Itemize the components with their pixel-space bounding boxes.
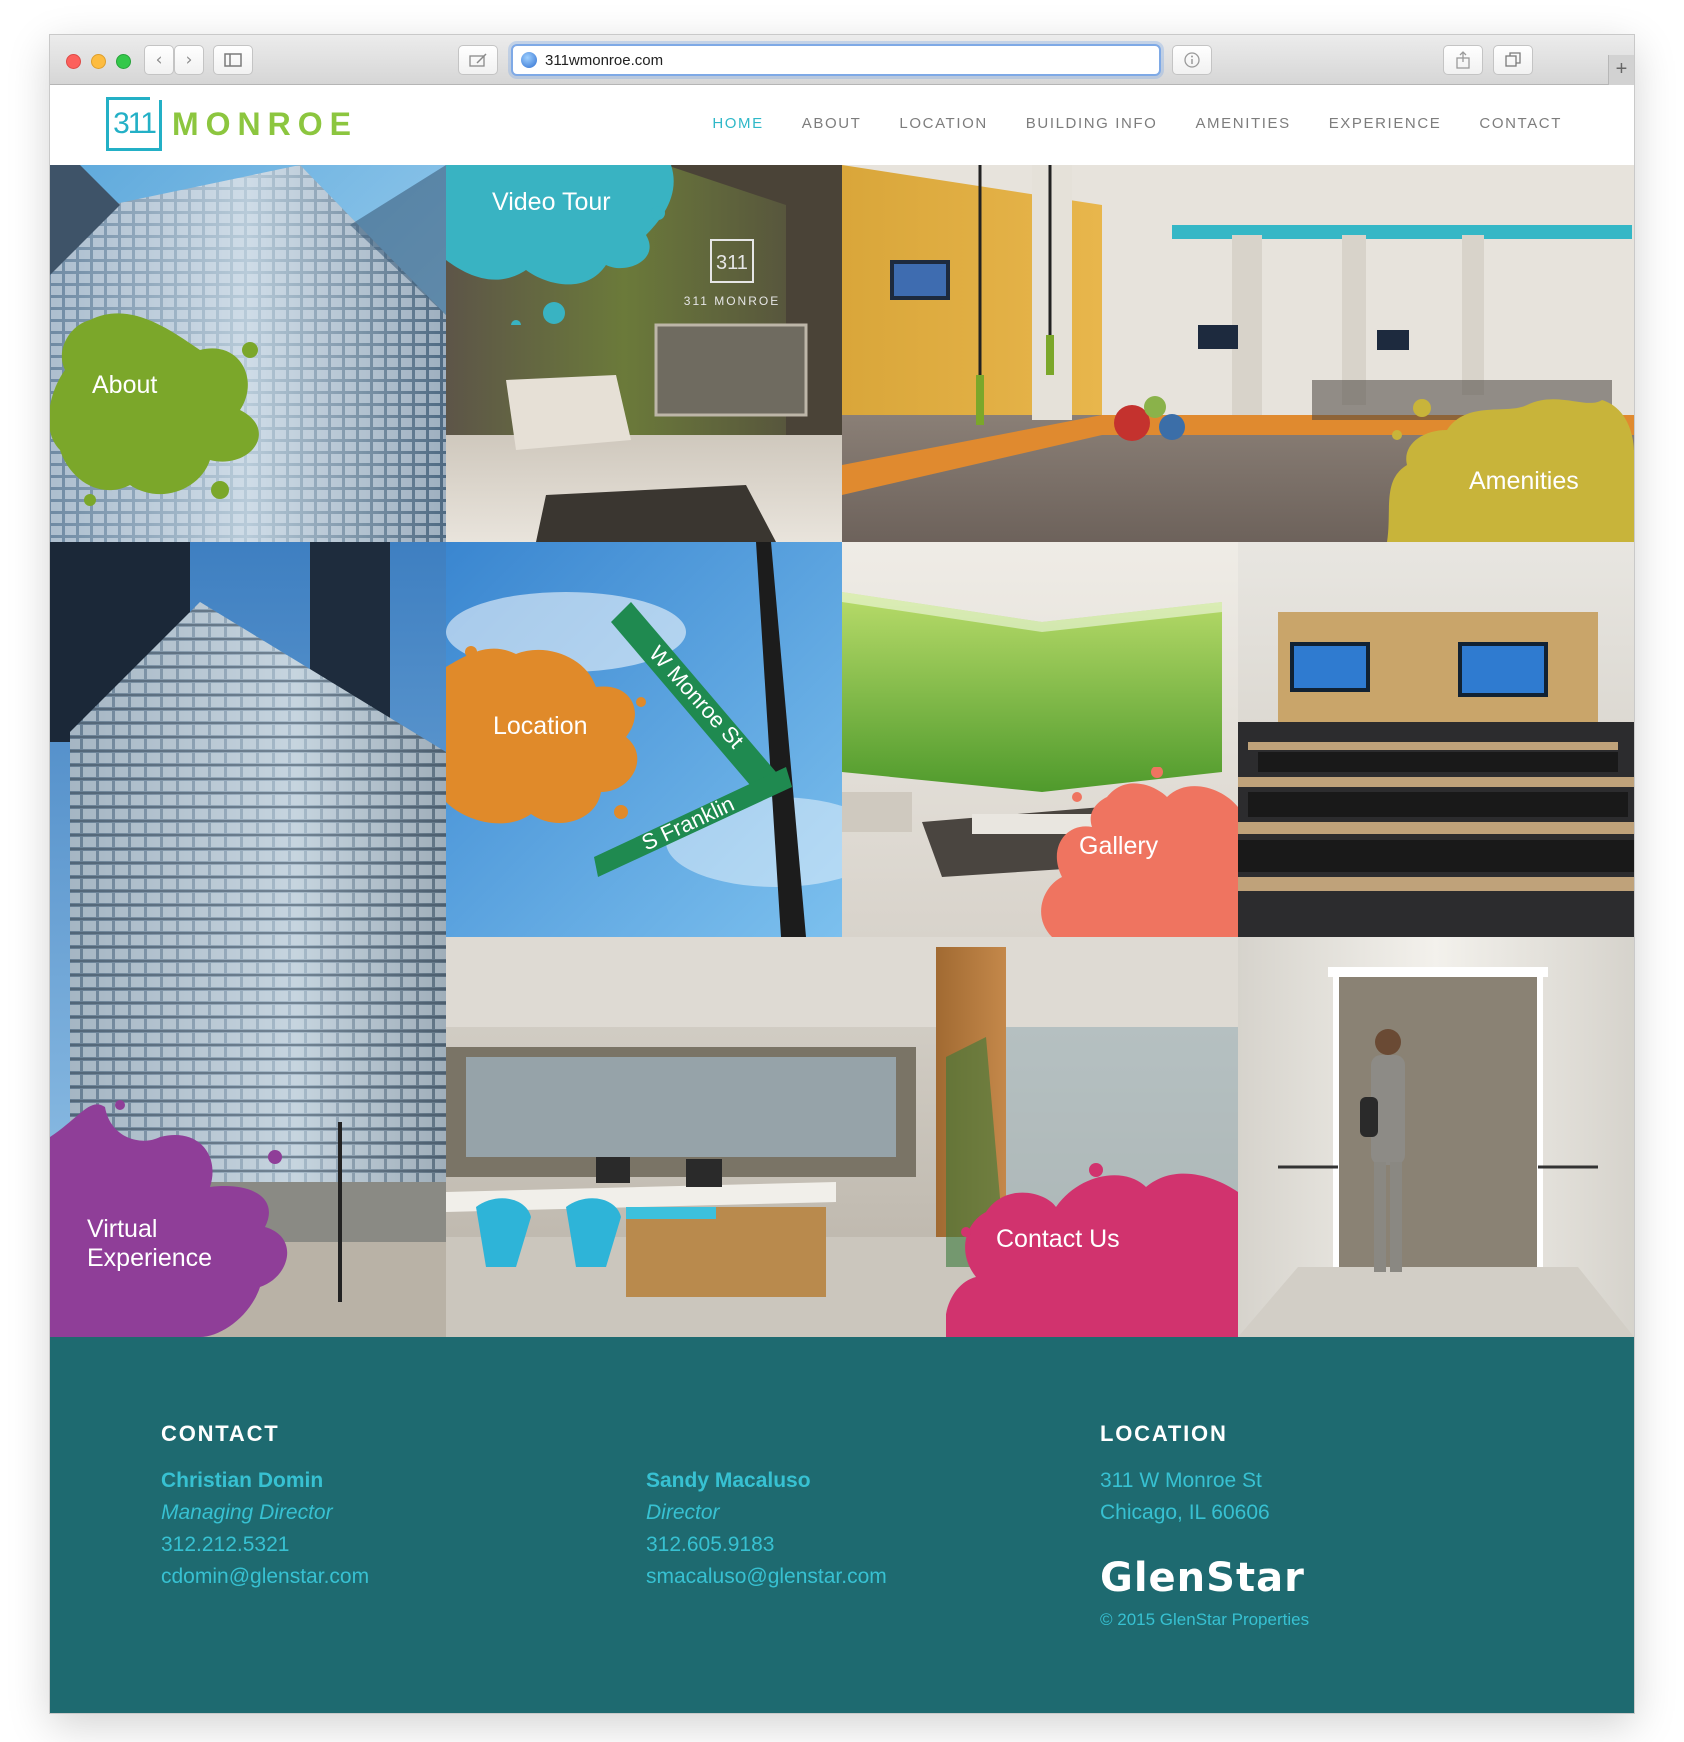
- info-icon: [1184, 52, 1200, 68]
- tile-about-label: About: [92, 371, 158, 399]
- sidebar-icon: [224, 53, 242, 67]
- browser-window: ‹ › 311wmonroe.com + 311 MONROE HOME ABO…: [50, 35, 1634, 1713]
- tile-location[interactable]: W Monroe St S Franklin Location: [446, 542, 842, 937]
- nav-experience[interactable]: EXPERIENCE: [1329, 115, 1442, 132]
- address-text: 311wmonroe.com: [545, 51, 664, 69]
- forward-button[interactable]: ›: [174, 45, 204, 75]
- copyright: © 2015 GlenStar Properties: [1100, 1610, 1310, 1629]
- lobby-sign-word: 311 MONROE: [684, 294, 780, 308]
- tile-video-tour[interactable]: 311 311 MONROE Video Tour: [446, 165, 842, 542]
- nav-amenities[interactable]: AMENITIES: [1195, 115, 1290, 132]
- footer-contact-heading: CONTACT: [161, 1421, 280, 1446]
- contact1-email[interactable]: cdomin@glenstar.com: [161, 1565, 369, 1589]
- back-button[interactable]: ‹: [144, 45, 174, 75]
- nav-location[interactable]: LOCATION: [899, 115, 987, 132]
- elevator-photo: [1238, 937, 1634, 1337]
- contact2-email[interactable]: smacaluso@glenstar.com: [646, 1565, 887, 1589]
- chevron-left-icon: ‹: [155, 50, 163, 70]
- footer-location-heading: LOCATION: [1100, 1421, 1228, 1446]
- new-tab-button[interactable]: +: [1608, 55, 1634, 85]
- contact1-title: Managing Director: [161, 1501, 333, 1524]
- browser-toolbar: ‹ › 311wmonroe.com +: [50, 35, 1634, 85]
- plus-icon: +: [1615, 58, 1628, 80]
- conference-room-photo: [1238, 542, 1634, 937]
- share-icon: [1456, 51, 1470, 69]
- info-button[interactable]: [1172, 45, 1212, 75]
- close-window-button[interactable]: [66, 54, 81, 69]
- share-button[interactable]: [1443, 45, 1483, 75]
- splat-about: [50, 313, 259, 506]
- tile-virtual-label-2: Experience: [87, 1244, 213, 1272]
- address-line-2: Chicago, IL 60606: [1100, 1501, 1270, 1524]
- tile-about[interactable]: About: [50, 165, 446, 542]
- logo-mark: 311: [106, 97, 162, 151]
- tile-contact-us-label: Contact Us: [996, 1225, 1120, 1253]
- tile-virtual-experience[interactable]: Virtual Experience: [50, 542, 446, 1337]
- site-footer: CONTACT Christian Domin Managing Directo…: [50, 1337, 1634, 1713]
- lobby-sign-number: 311: [716, 252, 748, 274]
- splat-amenities: [1387, 399, 1634, 542]
- tile-elevator-photo: [1238, 937, 1634, 1337]
- globe-icon: [521, 52, 537, 68]
- reader-button[interactable]: [458, 45, 498, 75]
- glenstar-logo[interactable]: GlenStar: [1100, 1555, 1305, 1601]
- tile-gallery[interactable]: Gallery: [842, 542, 1238, 937]
- tabs-icon: [1505, 52, 1521, 67]
- contact2-title: Director: [646, 1501, 720, 1524]
- tile-gallery-label: Gallery: [1079, 832, 1159, 860]
- tile-amenities-label: Amenities: [1469, 467, 1579, 495]
- contact1-name: Christian Domin: [161, 1469, 324, 1492]
- contact1-phone[interactable]: 312.212.5321: [161, 1533, 289, 1557]
- edit-icon: [469, 53, 487, 67]
- contact2-phone[interactable]: 312.605.9183: [646, 1533, 774, 1557]
- site-logo[interactable]: 311 MONROE: [106, 96, 358, 152]
- chevron-right-icon: ›: [185, 50, 193, 70]
- tabs-overview-button[interactable]: [1493, 45, 1533, 75]
- nav-about[interactable]: ABOUT: [802, 115, 862, 132]
- minimize-window-button[interactable]: [91, 54, 106, 69]
- zoom-window-button[interactable]: [116, 54, 131, 69]
- nav-home[interactable]: HOME: [712, 115, 763, 132]
- tile-grid: About 311 311 MONROE Video Tour Amenitie…: [50, 165, 1634, 1337]
- address-line-1: 311 W Monroe St: [1100, 1469, 1262, 1492]
- main-nav: HOME ABOUT LOCATION BUILDING INFO AMENIT…: [712, 115, 1562, 132]
- nav-contact[interactable]: CONTACT: [1479, 115, 1562, 132]
- tile-location-label: Location: [493, 712, 588, 740]
- tile-contact-us[interactable]: Contact Us: [446, 937, 1238, 1337]
- tile-amenities[interactable]: Amenities: [842, 165, 1634, 542]
- tile-conference-photo: [1238, 542, 1634, 937]
- logo-wordmark: MONROE: [172, 105, 358, 142]
- sidebar-button[interactable]: [213, 45, 253, 75]
- contact2-name: Sandy Macaluso: [646, 1469, 811, 1492]
- nav-building-info[interactable]: BUILDING INFO: [1026, 115, 1158, 132]
- address-bar[interactable]: 311wmonroe.com: [511, 44, 1161, 76]
- site-header: 311 MONROE HOME ABOUT LOCATION BUILDING …: [50, 86, 1634, 165]
- tile-video-tour-label: Video Tour: [492, 188, 611, 216]
- tile-virtual-label-1: Virtual: [87, 1215, 158, 1243]
